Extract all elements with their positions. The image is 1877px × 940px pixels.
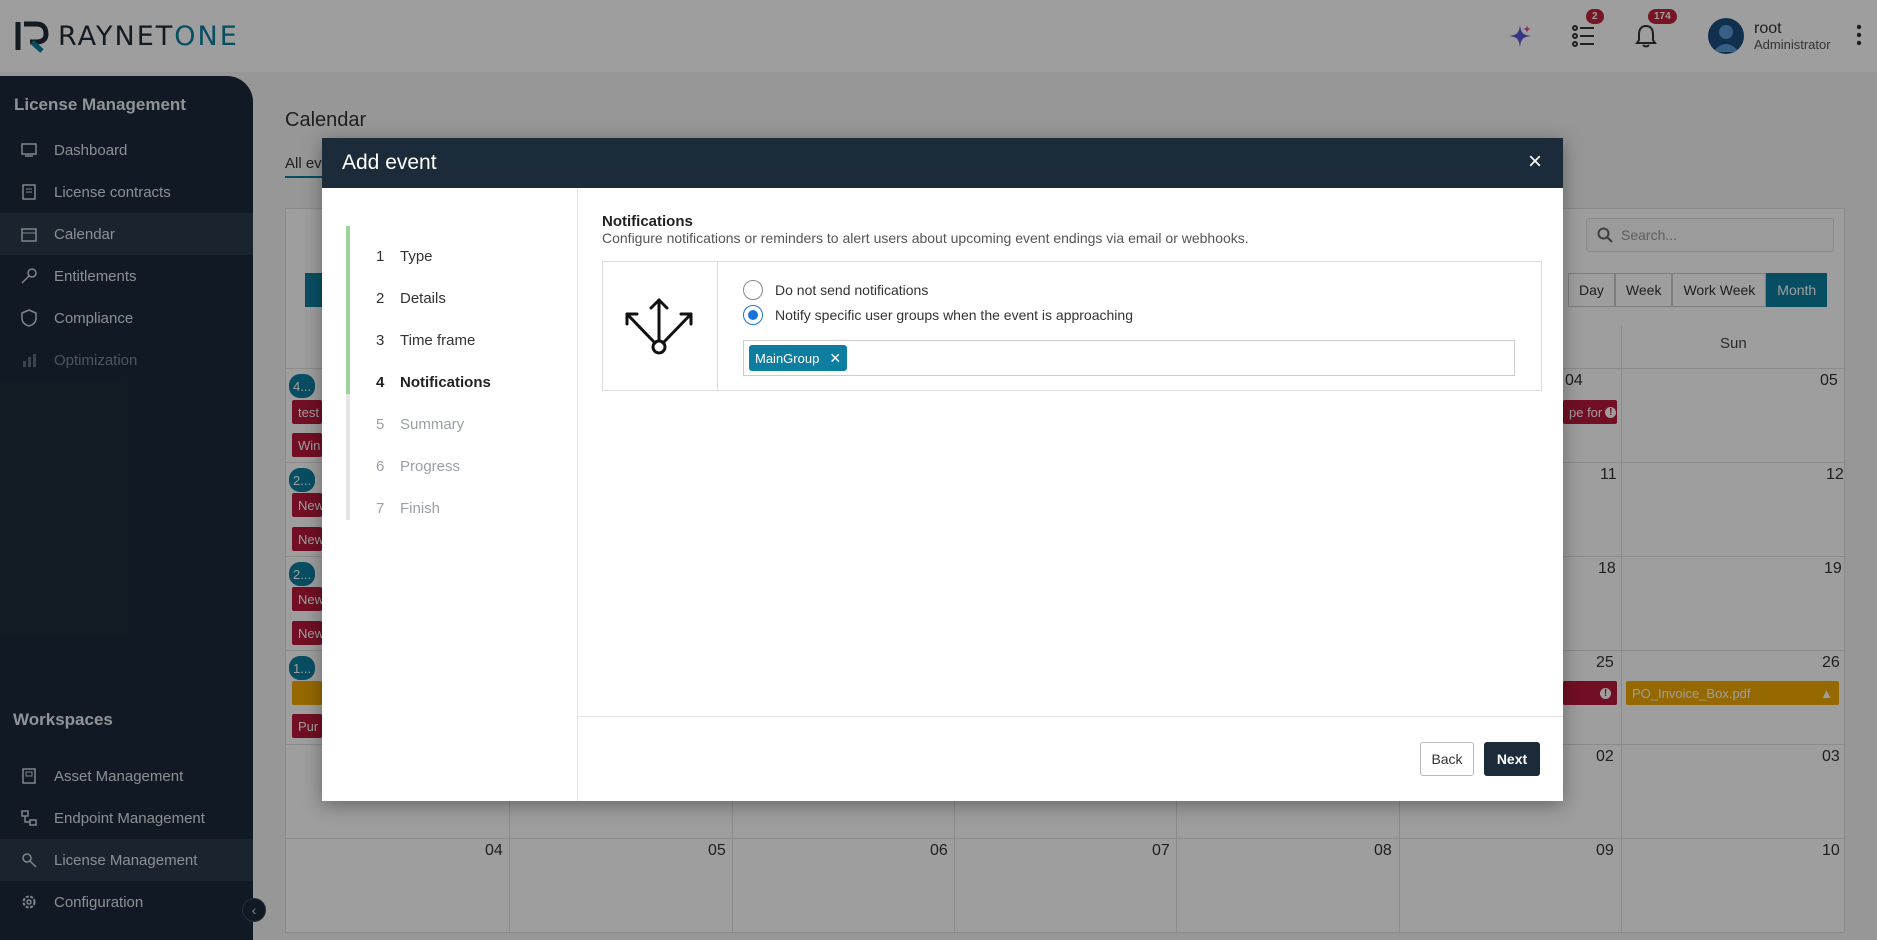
wizard-stepper: 1 Type 2 Details 3 Time frame 4 Notification… [322, 188, 578, 801]
next-button[interactable]: Next [1484, 742, 1540, 776]
option-notify-groups[interactable]: Notify specific user groups when the eve… [743, 305, 1133, 325]
notification-options-panel: Do not send notifications Notify specifi… [602, 261, 1542, 391]
group-tag: MainGroup ✕ [749, 345, 848, 371]
step-time-frame[interactable]: 3 Time frame [376, 332, 475, 349]
step-summary: 5 Summary [376, 416, 465, 433]
dialog-header: Add event × [322, 138, 1563, 188]
dialog-footer: Back Next [578, 716, 1563, 801]
group-tag-label: MainGroup [755, 350, 820, 366]
dialog-title: Add event [342, 151, 437, 174]
step-type[interactable]: 1 Type [376, 248, 433, 265]
notification-illustration [603, 262, 718, 390]
radio-notify-groups[interactable] [743, 305, 763, 325]
step-progress-bar [346, 226, 350, 394]
step-notifications[interactable]: 4 Notifications [376, 374, 491, 391]
radio-do-not-send[interactable] [743, 280, 763, 300]
remove-tag-icon[interactable]: ✕ [829, 350, 841, 367]
section-title: Notifications [602, 213, 693, 230]
broadcast-arrows-icon [625, 298, 693, 355]
step-progress: 6 Progress [376, 458, 461, 475]
close-icon[interactable]: × [1523, 150, 1547, 174]
add-event-dialog: Add event × 1 Type 2 Details 3 Time frame 4… [322, 138, 1563, 801]
section-description: Configure notifications or reminders to … [602, 230, 1249, 246]
option-label: Do not send notifications [775, 282, 929, 298]
option-do-not-send[interactable]: Do not send notifications [743, 280, 928, 300]
step-details[interactable]: 2 Details [376, 290, 446, 307]
user-group-selector[interactable]: MainGroup ✕ [743, 340, 1515, 376]
back-button[interactable]: Back [1420, 742, 1474, 776]
option-label: Notify specific user groups when the eve… [775, 307, 1133, 323]
step-finish: 7 Finish [376, 500, 441, 517]
dialog-content: Notifications Configure notifications or… [578, 188, 1563, 801]
